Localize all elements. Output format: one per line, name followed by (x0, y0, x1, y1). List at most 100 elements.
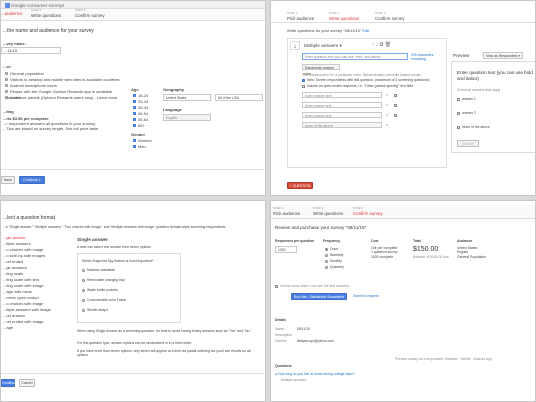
example-answer: Customizable color Fabric (82, 298, 126, 302)
checkbox-icon (394, 104, 397, 108)
radio-icon (5, 96, 8, 100)
dialog-subtext: ...e "Single answer," "Multiple answers,… (3, 225, 226, 229)
region-select[interactable]: All of the USA (215, 94, 263, 101)
checkbox-icon (394, 94, 397, 98)
copy-icon[interactable]: ⧉ (380, 42, 384, 48)
continue-button[interactable]: Continue » (19, 176, 45, 184)
steps-bar: ...audience STEP 2 Write questions STEP 3… (1, 8, 265, 21)
preview-mode-select[interactable]: View as Respondent ▾ (483, 52, 523, 59)
audience-option[interactable]: Audience panels (Opinion Rewards users o… (3, 95, 123, 101)
question-text-input[interactable]: Enter question text (you can use "bold" … (302, 53, 408, 60)
frequency-option[interactable]: Quarterly (323, 264, 344, 270)
tab-step-2[interactable]: STEP 2 Write questions (31, 8, 61, 18)
audience-list: General population Visitors to desktop a… (3, 71, 123, 101)
details-table: Name 08/11/15 Description Owners abbyarroy… (275, 326, 425, 344)
responses-input[interactable]: 1000 (275, 246, 297, 253)
back-button[interactable]: Back (1, 176, 15, 184)
circle-icon: ● (275, 372, 278, 376)
question-type: Multiple answers (281, 378, 307, 382)
example-answer: Removable charging tray (82, 278, 125, 282)
close-icon[interactable]: × (386, 102, 388, 107)
chars-remaining: 125 characters remaining (411, 53, 434, 62)
randomize-select[interactable]: Randomize answer order (302, 64, 340, 76)
radio-icon (325, 259, 328, 263)
answer-screen-checkbox[interactable] (394, 113, 399, 118)
language-label: Language (163, 107, 182, 112)
radio-icon (5, 84, 8, 88)
close-icon[interactable]: × (386, 112, 388, 117)
country-select[interactable]: United States (163, 94, 211, 101)
format-list: ...gle answer ...ltiple answers ...o cho… (1, 235, 65, 331)
radio-icon (5, 90, 8, 94)
preview-links[interactable]: Preview survey as a respondent: Desktop … (395, 357, 492, 361)
tab-step-3[interactable]: STEP 3 Confirm survey (353, 206, 383, 216)
checkbox-icon (133, 145, 136, 149)
question-link[interactable]: ● How long do you live at home during co… (275, 372, 355, 376)
edit-link[interactable]: Edit (362, 28, 369, 33)
page-title: Write questions for your survey "08/11/1… (287, 28, 370, 33)
cost-details: 10¢ per complete 1 question survey 1000 … (371, 246, 398, 259)
submit-button[interactable]: SUBMIT (457, 140, 479, 147)
format-note: If you have more than seven options, onl… (77, 349, 251, 358)
radio-icon (5, 78, 8, 82)
question-editor: 1 Multiple answers ▾ ↑ ↓ ⧉ 🗑 Enter quest… (287, 38, 447, 168)
frequency-options: Once Biweekly Monthly Quarterly (323, 246, 344, 270)
details-label: Details (275, 318, 287, 322)
checkbox-icon (133, 94, 136, 98)
continue-button[interactable]: Continue (1, 379, 16, 387)
question-type-select[interactable]: Multiple answers ▾ (304, 43, 342, 49)
preview-answer[interactable]: answer 1 (457, 97, 476, 101)
gender-option[interactable]: Men (131, 144, 152, 150)
add-question-button[interactable]: + QUESTION (287, 182, 313, 189)
tab-step-1[interactable]: STEP 1 Pick audience (287, 11, 314, 21)
geography-label: Geography (163, 87, 185, 92)
open-ended-checkbox[interactable]: Include an open-ended response, i.e. "Ot… (302, 84, 442, 88)
tab-step-3[interactable]: STEP 3 Confirm survey (375, 11, 405, 21)
cost-line: 1 question survey (371, 250, 398, 255)
answer-input[interactable]: Enter answer text (302, 112, 382, 118)
preview-answer[interactable]: None of the above (457, 125, 490, 129)
checkbox-icon (133, 106, 136, 110)
close-icon[interactable]: × (386, 92, 388, 97)
buy-now-button[interactable]: Buy Now - Satisfaction Guaranteed (291, 293, 347, 300)
panel-question-format: ...lect a question format ...e "Single a… (0, 200, 266, 402)
tab-step-2[interactable]: STEP 2 Write questions (329, 11, 359, 21)
tab-step-3[interactable]: STEP 3 Confirm survey (75, 8, 105, 18)
close-icon[interactable]: × (386, 122, 388, 127)
answer-input[interactable]: Enter answer text (302, 102, 382, 108)
none-of-above-input[interactable]: None of the above (302, 122, 382, 128)
screening-checkbox[interactable]: New: Screen respondents with this questi… (302, 78, 442, 82)
tab-step-2[interactable]: STEP 2 Write questions (313, 206, 343, 216)
answer-input[interactable]: Enter answer text (302, 92, 382, 98)
pricing-label: ...ting (3, 109, 14, 114)
dialog-title: ...lect a question format (3, 215, 55, 221)
survey-name-input[interactable]: ...11/15 (1, 47, 61, 54)
total-label: Total (413, 239, 421, 243)
checkbox-icon (457, 97, 460, 101)
audience-line: General Population (457, 254, 487, 259)
notify-checkbox[interactable]: Let me know when I can see the first ans… (275, 284, 351, 288)
format-option[interactable]: ...age (1, 325, 65, 331)
steps-bar: STEP 1 Pick audience STEP 2 Write question… (271, 205, 535, 219)
audience-label: Audience (457, 239, 473, 243)
chevron-down-icon: ▾ (339, 43, 342, 48)
answer-screen-checkbox[interactable] (394, 103, 399, 108)
checkbox-icon (457, 111, 460, 115)
answer-screen-checkbox[interactable] (394, 93, 399, 98)
tab-step-1[interactable]: ...audience (1, 11, 22, 17)
checkbox-icon (302, 84, 305, 88)
down-arrow-icon[interactable]: ↓ (376, 42, 379, 48)
cancel-button[interactable]: Cancel (19, 379, 35, 387)
audience-summary: United States English General Population (457, 246, 486, 259)
trash-icon[interactable]: 🗑 (385, 42, 391, 48)
gender-list: Women Men (131, 138, 152, 150)
detail-row: Owners abbyarroyo@yahoo.com (275, 339, 334, 343)
request-quote-link[interactable]: Submit a request (353, 294, 379, 298)
example-answer: Stroller straps (82, 308, 108, 312)
age-option[interactable]: 65+ (131, 123, 148, 129)
up-arrow-icon[interactable]: ↑ (372, 42, 375, 48)
language-select[interactable]: English (163, 114, 211, 121)
preview-answer[interactable]: answer 2 (457, 111, 476, 115)
pricing-info: ...rts $3.50 per complete ...r responden… (3, 116, 123, 131)
tab-step-1[interactable]: STEP 1 Pick audience (273, 206, 300, 216)
